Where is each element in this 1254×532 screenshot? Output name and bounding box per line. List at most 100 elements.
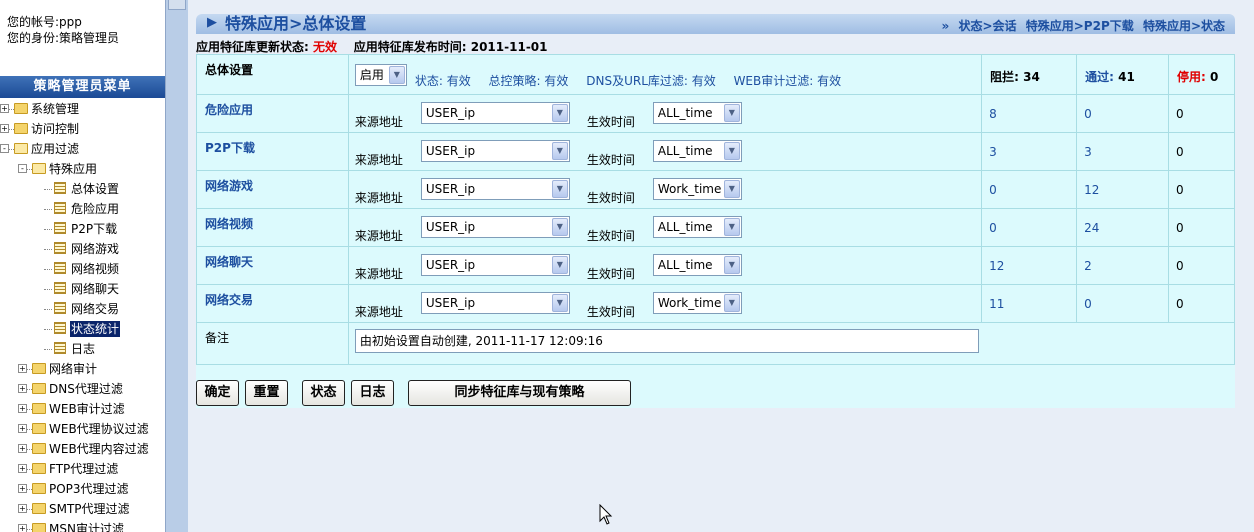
source-select[interactable]: USER_ip ▼ (420, 216, 570, 238)
chevron-down-icon[interactable]: ▼ (723, 142, 740, 160)
reset-button[interactable]: 重置 (245, 380, 288, 406)
category-name-cell: 网络游戏 (196, 170, 349, 209)
blocked-count-cell: 0 (981, 208, 1078, 247)
time-select[interactable]: ALL_time ▼ (652, 254, 742, 276)
category-name[interactable]: 网络交易 (197, 285, 348, 308)
collapse-tab[interactable] (168, 0, 186, 10)
tree-item[interactable]: + 网络审计 (0, 359, 165, 379)
tree-item[interactable]: + WEB审计过滤 (0, 399, 165, 419)
crumb-link-session[interactable]: 状态>会话 (959, 19, 1017, 33)
tree-item[interactable]: + 访问控制 (0, 119, 165, 139)
tree-item[interactable]: 状态统计 (0, 319, 165, 339)
collapse-icon[interactable]: - (18, 164, 27, 173)
sync-library-button[interactable]: 同步特征库与现有策略 (408, 380, 631, 406)
disabled-total: 0 (1210, 70, 1219, 84)
mouse-cursor-icon (599, 504, 613, 525)
crumb-link-p2p[interactable]: 特殊应用>P2P下载 (1026, 19, 1134, 33)
expand-icon[interactable]: + (18, 484, 27, 493)
category-config-cell: 来源地址 USER_ip ▼ 生效时间 ALL_time ▼ (347, 132, 983, 171)
chevron-down-icon[interactable]: ▼ (388, 66, 405, 84)
tree-item[interactable]: + WEB代理协议过滤 (0, 419, 165, 439)
time-select[interactable]: Work_time ▼ (652, 292, 742, 314)
category-config-cell: 来源地址 USER_ip ▼ 生效时间 Work_time ▼ (347, 284, 983, 323)
category-name[interactable]: 网络视频 (197, 209, 348, 232)
source-select[interactable]: USER_ip ▼ (420, 102, 570, 124)
time-label: 生效时间 (586, 153, 635, 167)
tree-item[interactable]: + POP3代理过滤 (0, 479, 165, 499)
category-name[interactable]: P2P下载 (197, 133, 348, 156)
time-select[interactable]: ALL_time ▼ (652, 216, 742, 238)
tree-item-label: 网络游戏 (71, 242, 120, 256)
expand-icon[interactable]: + (18, 504, 27, 513)
tree-item[interactable]: 网络聊天 (0, 279, 165, 299)
category-name[interactable]: 危险应用 (197, 95, 348, 118)
expand-icon[interactable]: + (18, 424, 27, 433)
frame-divider[interactable] (165, 0, 188, 532)
tree-item[interactable]: + WEB代理内容过滤 (0, 439, 165, 459)
source-select-value: USER_ip (425, 296, 476, 310)
category-name[interactable]: 网络游戏 (197, 171, 348, 194)
time-select[interactable]: Work_time ▼ (652, 178, 742, 200)
tree-item[interactable]: + MSN审计过滤 (0, 519, 165, 532)
tree-item[interactable]: + FTP代理过滤 (0, 459, 165, 479)
tree-item[interactable]: 网络视频 (0, 259, 165, 279)
tree-item[interactable]: 总体设置 (0, 179, 165, 199)
tree-item[interactable]: 网络游戏 (0, 239, 165, 259)
tree-item[interactable]: P2P下载 (0, 219, 165, 239)
log-button[interactable]: 日志 (351, 380, 394, 406)
chevron-down-icon[interactable]: ▼ (551, 256, 568, 274)
expand-icon[interactable]: + (18, 444, 27, 453)
note-input[interactable]: 由初始设置自动创建, 2011-11-17 12:09:16 (354, 329, 979, 353)
expand-icon[interactable]: + (0, 104, 9, 113)
confirm-button[interactable]: 确定 (196, 380, 239, 406)
chevron-down-icon[interactable]: ▼ (723, 218, 740, 236)
tree-item-label: SMTP代理过滤 (49, 502, 130, 516)
tree-item[interactable]: 网络交易 (0, 299, 165, 319)
crumb-link-status[interactable]: 特殊应用>状态 (1143, 19, 1225, 33)
chevron-down-icon[interactable]: ▼ (551, 104, 568, 122)
tree-item[interactable]: - 应用过滤 (0, 139, 165, 159)
collapse-icon[interactable]: - (0, 144, 9, 153)
folder-icon (32, 463, 46, 474)
time-select[interactable]: ALL_time ▼ (652, 102, 742, 124)
source-select[interactable]: USER_ip ▼ (420, 292, 570, 314)
category-name[interactable]: 网络聊天 (197, 247, 348, 270)
tree-item[interactable]: - 特殊应用 (0, 159, 165, 179)
expand-icon[interactable]: + (18, 364, 27, 373)
expand-icon[interactable]: + (18, 404, 27, 413)
time-select-value: ALL_time (657, 144, 713, 158)
chevron-down-icon[interactable]: ▼ (551, 180, 568, 198)
category-row: 网络聊天 来源地址 USER_ip ▼ 生效时间 ALL_time ▼ 12 2 (196, 246, 1235, 285)
chevron-down-icon[interactable]: ▼ (551, 142, 568, 160)
chevron-down-icon[interactable]: ▼ (723, 256, 740, 274)
tree-item[interactable]: + 系统管理 (0, 99, 165, 119)
source-select[interactable]: USER_ip ▼ (420, 254, 570, 276)
tree-item[interactable]: + SMTP代理过滤 (0, 499, 165, 519)
enable-select[interactable]: 启用 ▼ (354, 64, 407, 86)
expand-icon[interactable]: + (18, 464, 27, 473)
chevron-down-icon[interactable]: ▼ (723, 180, 740, 198)
note-input-cell: 由初始设置自动创建, 2011-11-17 12:09:16 (347, 322, 1236, 365)
expand-icon[interactable]: + (18, 524, 27, 532)
chevron-down-icon[interactable]: ▼ (551, 294, 568, 312)
source-select-value: USER_ip (425, 182, 476, 196)
library-status: 应用特征库更新状态: 无效 应用特征库发布时间: 2011-11-01 (196, 38, 548, 55)
expand-icon[interactable]: + (18, 384, 27, 393)
source-select[interactable]: USER_ip ▼ (420, 140, 570, 162)
expand-icon[interactable]: + (0, 124, 9, 133)
blocked-count-cell: 0 (981, 170, 1078, 209)
status-button[interactable]: 状态 (302, 380, 345, 406)
category-row: 网络游戏 来源地址 USER_ip ▼ 生效时间 Work_time ▼ 0 1… (196, 170, 1235, 209)
tree-item[interactable]: 日志 (0, 339, 165, 359)
tree-item-label: DNS代理过滤 (49, 382, 123, 396)
page-icon (54, 202, 66, 214)
publish-time-value: 2011-11-01 (470, 40, 548, 54)
chevron-down-icon[interactable]: ▼ (551, 218, 568, 236)
time-select[interactable]: ALL_time ▼ (652, 140, 742, 162)
tree-item[interactable]: + DNS代理过滤 (0, 379, 165, 399)
tree-item[interactable]: 危险应用 (0, 199, 165, 219)
chevron-down-icon[interactable]: ▼ (723, 104, 740, 122)
chevron-down-icon[interactable]: ▼ (723, 294, 740, 312)
source-select[interactable]: USER_ip ▼ (420, 178, 570, 200)
category-config-cell: 来源地址 USER_ip ▼ 生效时间 ALL_time ▼ (347, 246, 983, 285)
